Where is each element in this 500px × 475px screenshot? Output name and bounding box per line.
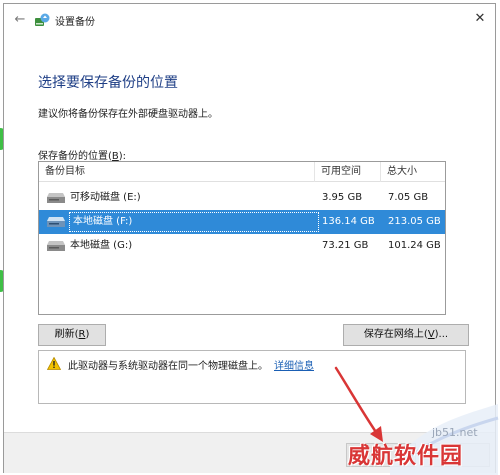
drive-total-size: 101.24 GB xyxy=(388,240,441,251)
warning-text: 此驱动器与系统驱动器在同一个物理磁盘上。 xyxy=(68,361,268,372)
column-header-target[interactable]: 备份目标 xyxy=(39,162,315,182)
list-item-selected[interactable]: 本地磁盘 (F:) 136.14 GB 213.05 GB xyxy=(39,210,445,234)
list-item[interactable]: 可移动磁盘 (E:) 3.95 GB 7.05 GB xyxy=(39,186,445,210)
window-title: 设置备份 xyxy=(55,17,95,28)
backup-location-label: 保存备份的位置(B): xyxy=(38,147,126,162)
drive-free-space: 73.21 GB xyxy=(322,240,369,251)
details-link[interactable]: 详细信息 xyxy=(274,361,314,372)
list-header: 备份目标 可用空间 总大小 xyxy=(39,162,445,182)
column-header-total-size[interactable]: 总大小 xyxy=(381,162,445,182)
save-on-network-button[interactable]: 保存在网络上(V)... xyxy=(343,324,469,346)
page-heading: 选择要保存备份的位置 xyxy=(38,75,178,91)
list-item[interactable]: 本地磁盘 (G:) 73.21 GB 101.24 GB xyxy=(39,234,445,258)
column-header-free-space[interactable]: 可用空间 xyxy=(315,162,381,182)
back-arrow-icon[interactable]: ← xyxy=(12,12,28,28)
save-on-network-button-prefix: 保存在网络上( xyxy=(363,329,428,340)
save-on-network-button-suffix: )... xyxy=(434,329,449,340)
drive-name: 可移动磁盘 (E:) xyxy=(70,192,141,203)
warning-icon xyxy=(47,357,61,370)
drive-free-space: 136.14 GB xyxy=(322,216,375,227)
local-drive-icon xyxy=(47,241,65,251)
drive-name: 本地磁盘 (G:) xyxy=(70,240,133,251)
backup-app-icon xyxy=(35,13,50,26)
warning-message: 此驱动器与系统驱动器在同一个物理磁盘上。 详细信息 xyxy=(68,357,314,372)
watermark-brand: 威航软件园 xyxy=(348,444,464,469)
local-drive-icon xyxy=(47,217,65,227)
refresh-button[interactable]: 刷新(R) xyxy=(38,324,106,346)
refresh-button-suffix: ) xyxy=(85,329,90,340)
drive-name: 本地磁盘 (F:) xyxy=(73,216,133,227)
removable-drive-icon xyxy=(47,193,65,203)
title-bar: ← 设置备份 ✕ xyxy=(4,4,495,36)
drive-total-size: 213.05 GB xyxy=(388,216,441,227)
backup-destination-list[interactable]: 备份目标 可用空间 总大小 可移动磁盘 (E:) 3.95 GB 7.05 GB… xyxy=(38,161,446,315)
save-on-network-button-key: V xyxy=(427,329,435,340)
page-description: 建议你将备份保存在外部硬盘驱动器上。 xyxy=(38,109,218,120)
close-icon[interactable]: ✕ xyxy=(471,10,489,28)
refresh-button-prefix: 刷新( xyxy=(54,329,79,340)
drive-free-space: 3.95 GB xyxy=(322,192,363,203)
drive-total-size: 7.05 GB xyxy=(388,192,429,203)
